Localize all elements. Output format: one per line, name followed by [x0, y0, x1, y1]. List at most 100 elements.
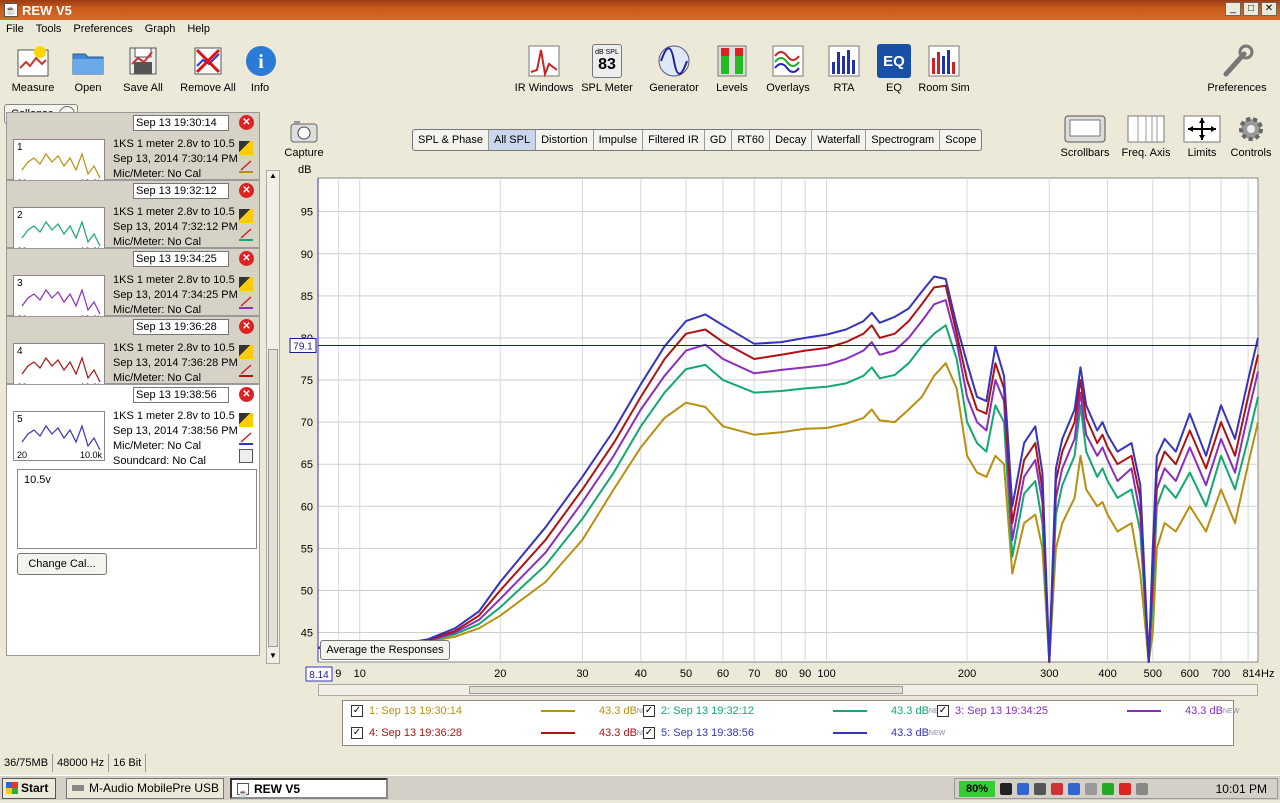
measurement-card[interactable]: Sep 13 19:32:12✕22010.0k1KS 1 meter 2.8v… [6, 180, 260, 263]
bluetooth-icon[interactable] [1068, 782, 1080, 795]
measurement-color-icon[interactable] [239, 431, 253, 445]
legend-checkbox[interactable]: ✓ [351, 727, 363, 739]
ir-windows-button[interactable]: IR Windows [512, 44, 576, 94]
start-button[interactable]: Start [2, 778, 56, 799]
menu-tools[interactable]: Tools [30, 23, 68, 35]
measurement-notes[interactable]: 10.5v [17, 469, 257, 549]
antivirus-icon[interactable] [1119, 782, 1131, 795]
security-icon[interactable] [1051, 782, 1063, 795]
horizontal-scrollbar[interactable] [318, 684, 1258, 696]
spl-meter-button[interactable]: dB SPL 83 SPL Meter [580, 44, 634, 94]
save-all-button[interactable]: Save All [118, 44, 168, 94]
remove-all-button[interactable]: Remove All [178, 44, 238, 94]
measurement-color-icon[interactable] [239, 363, 253, 377]
tab-decay[interactable]: Decay [770, 130, 813, 150]
levels-button[interactable]: Levels [712, 44, 752, 94]
tab-all-spl[interactable]: All SPL [489, 130, 537, 150]
measure-button[interactable]: Measure [8, 44, 58, 94]
remove-measurement-icon[interactable]: ✕ [239, 251, 254, 266]
measurement-thumbnail[interactable]: 5 20 10.0k [13, 411, 105, 461]
scrollbars-button[interactable]: Scrollbars [1060, 114, 1110, 159]
legend-value: 43.3 dB [1185, 705, 1223, 717]
task-rew[interactable]: ☕ REW V5 [230, 778, 388, 799]
x-tick-label: 9 [335, 668, 341, 680]
overlays-button[interactable]: Overlays [764, 44, 812, 94]
measurement-name-field[interactable]: Sep 13 19:32:12 [133, 183, 229, 199]
close-button[interactable]: ✕ [1261, 2, 1277, 16]
horizontal-scrollbar-thumb[interactable] [469, 686, 903, 694]
scrollbar-thumb[interactable] [268, 349, 278, 647]
remove-measurement-icon[interactable]: ✕ [239, 319, 254, 334]
scroll-down-icon[interactable]: ▼ [268, 651, 278, 663]
power-plug-icon[interactable] [1000, 782, 1012, 795]
measurement-card[interactable]: Sep 13 19:36:28✕42010.0k1KS 1 meter 2.8v… [6, 316, 260, 399]
preferences-button[interactable]: Preferences [1204, 44, 1270, 94]
tab-spectrogram[interactable]: Spectrogram [866, 130, 941, 150]
tab-gd[interactable]: GD [705, 130, 733, 150]
measurement-color-icon[interactable] [239, 295, 253, 309]
controls-button[interactable]: Controls [1228, 114, 1274, 159]
tab-distortion[interactable]: Distortion [536, 130, 594, 150]
remove-measurement-icon[interactable]: ✕ [239, 183, 254, 198]
room-sim-button[interactable]: Room Sim [918, 44, 970, 94]
save-all-label: Save All [123, 82, 163, 94]
measurement-name-field[interactable]: Sep 13 19:30:14 [133, 115, 229, 131]
task-maudio[interactable]: M-Audio MobilePre USB [66, 778, 224, 799]
measurement-color-icon[interactable] [239, 159, 253, 173]
vertical-scrollbar[interactable]: ▲ ▼ [266, 170, 280, 664]
clock[interactable]: 10:01 PM [1216, 782, 1267, 796]
average-responses-button[interactable]: Average the Responses [320, 640, 450, 660]
eq-button[interactable]: EQ EQ [876, 44, 912, 94]
capture-button[interactable]: Capture [282, 118, 326, 159]
menu-graph[interactable]: Graph [139, 23, 182, 35]
measurement-info-icon[interactable] [239, 141, 253, 155]
measurement-info-icon[interactable] [239, 345, 253, 359]
measurement-color-icon[interactable] [239, 227, 253, 241]
tab-scope[interactable]: Scope [940, 130, 981, 150]
rta-button[interactable]: RTA [826, 44, 862, 94]
network-icon[interactable] [1017, 782, 1029, 795]
update-icon[interactable] [1102, 782, 1114, 795]
maximize-button[interactable]: □ [1243, 2, 1259, 16]
display-icon[interactable] [1136, 782, 1148, 795]
menu-preferences[interactable]: Preferences [67, 23, 138, 35]
legend-checkbox[interactable]: ✓ [643, 705, 655, 717]
measurement-name-field[interactable]: Sep 13 19:34:25 [133, 251, 229, 267]
legend-checkbox[interactable]: ✓ [937, 705, 949, 717]
tab-rt60[interactable]: RT60 [732, 130, 771, 150]
generator-button[interactable]: Generator [646, 44, 702, 94]
x-tick-label: 20 [494, 668, 506, 680]
freq-axis-button[interactable]: Freq. Axis [1118, 114, 1174, 159]
info-button[interactable]: i Info [244, 44, 276, 94]
tab-impulse[interactable]: Impulse [594, 130, 644, 150]
capture-label: Capture [284, 147, 324, 159]
measurement-info-icon[interactable] [239, 277, 253, 291]
measurement-name-field[interactable]: Sep 13 19:38:56 [133, 387, 229, 403]
sound-icon[interactable] [1034, 782, 1046, 795]
change-cal-button[interactable]: Change Cal... [17, 553, 107, 575]
measurement-card[interactable]: Sep 13 19:38:56 ✕ 5 20 10.0k 1KS 1 meter 2.8v… [6, 384, 260, 656]
remove-measurement-icon[interactable]: ✕ [239, 115, 254, 130]
spl-chart[interactable]: 4550556065707580859095910203040506070809… [280, 176, 1280, 706]
tab-filtered-ir[interactable]: Filtered IR [643, 130, 705, 150]
measurement-info-icon[interactable] [239, 209, 253, 223]
open-button[interactable]: Open [68, 44, 108, 94]
tab-waterfall[interactable]: Waterfall [812, 130, 867, 150]
measurement-info-icon[interactable] [239, 413, 253, 427]
menu-help[interactable]: Help [181, 23, 216, 35]
battery-indicator[interactable]: 80% [959, 780, 995, 797]
legend-checkbox[interactable]: ✓ [643, 727, 655, 739]
legend-checkbox[interactable]: ✓ [351, 705, 363, 717]
measurement-card[interactable]: Sep 13 19:34:25✕32010.0k1KS 1 meter 2.8v… [6, 248, 260, 331]
status-bar: 36/75MB 48000 Hz 16 Bit [0, 754, 1280, 772]
tab-spl-phase[interactable]: SPL & Phase [413, 130, 490, 150]
notes-icon[interactable] [239, 449, 253, 463]
measurement-card[interactable]: Sep 13 19:30:14✕12010.0k1KS 1 meter 2.8v… [6, 112, 260, 195]
safely-remove-icon[interactable] [1085, 782, 1097, 795]
remove-measurement-icon[interactable]: ✕ [239, 387, 254, 402]
measurement-name-field[interactable]: Sep 13 19:36:28 [133, 319, 229, 335]
limits-button[interactable]: Limits [1180, 114, 1224, 159]
menu-file[interactable]: File [0, 23, 30, 35]
scroll-up-icon[interactable]: ▲ [268, 171, 278, 183]
minimize-button[interactable]: _ [1225, 2, 1241, 16]
